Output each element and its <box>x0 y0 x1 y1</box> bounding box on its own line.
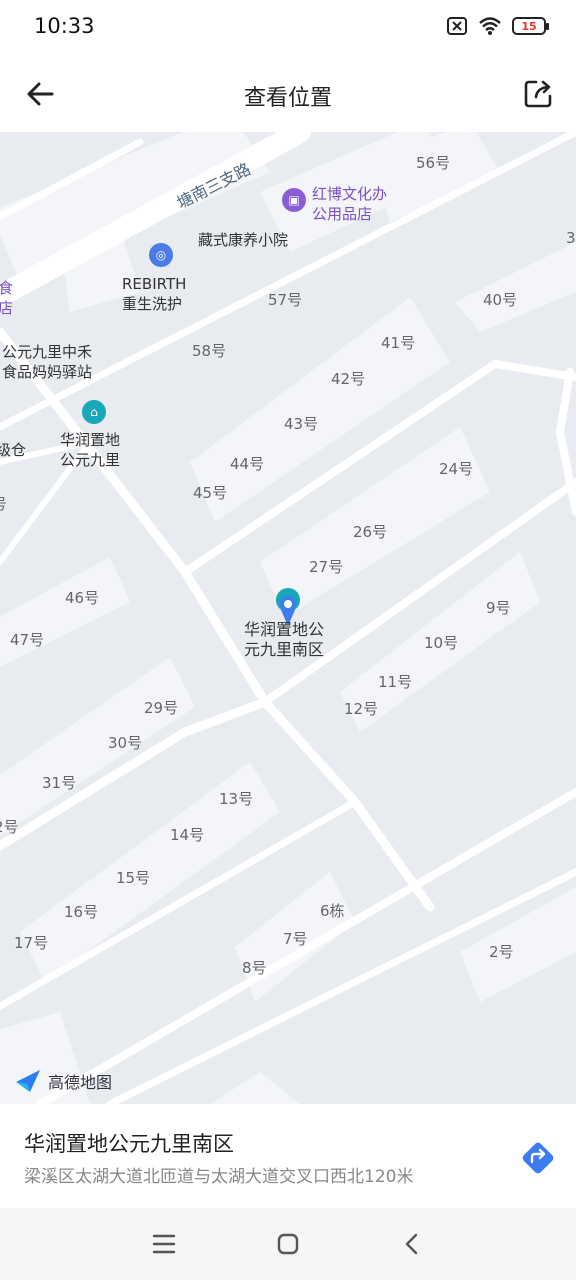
building-label: 11号 <box>378 673 413 691</box>
building-label: 27号 <box>309 558 344 576</box>
battery-level: 15 <box>521 19 537 33</box>
poi-selected-label: 华润置地公 元九里南区 <box>244 620 325 659</box>
building-label: 40号 <box>483 291 518 309</box>
system-nav-bar <box>0 1208 576 1280</box>
building-label: 47号 <box>10 631 45 649</box>
building-label: 12号 <box>344 700 379 718</box>
place-name: 华润置地公元九里南区 <box>24 1132 234 1156</box>
building-label: 30号 <box>108 734 143 752</box>
building-label: 15号 <box>116 869 151 887</box>
poi-hongbo[interactable]: 红博文化办 公用品店 <box>312 184 387 224</box>
building-label: 24号 <box>439 460 474 478</box>
building-label: 17号 <box>14 934 49 952</box>
building-label: 6栋 <box>320 902 345 920</box>
app-bar: 查看位置 <box>0 56 576 132</box>
laundry-icon[interactable]: ◎ <box>149 243 173 267</box>
poi-edge-shi: 食 <box>0 279 14 297</box>
poi-hongbo-label: 红博文化办 公用品店 <box>312 185 388 223</box>
building-label: 57号 <box>268 291 303 309</box>
status-bar: 10:33 15 <box>0 0 576 56</box>
shop-icon[interactable]: ▣ <box>282 188 306 212</box>
building-label: 8号 <box>242 959 267 977</box>
menu-icon[interactable] <box>144 1224 184 1264</box>
building-label: 31号 <box>42 774 77 792</box>
building-label: 56号 <box>416 154 451 172</box>
residence-icon[interactable]: ⌂ <box>82 400 106 424</box>
poi-huarun-label: 华润置地 公元九里 <box>60 431 121 469</box>
amap-logo-icon <box>16 1070 40 1092</box>
poi-huarun[interactable]: 华润置地 公元九里 <box>60 430 120 470</box>
building-label: 9号 <box>486 599 511 617</box>
status-time: 10:33 <box>34 14 95 38</box>
poi-rebirth[interactable]: REBIRTH 重生洗护 <box>122 274 186 314</box>
share-icon[interactable] <box>520 76 556 112</box>
building-label: 3 <box>566 229 576 247</box>
poi-edge-dian: 店 <box>0 299 14 317</box>
battery-icon: 15 <box>512 17 549 35</box>
map-attribution-text: 高德地图 <box>48 1073 113 1092</box>
place-address: 梁溪区太湖大道北匝道与太湖大道交叉口西北120米 <box>24 1167 414 1187</box>
building-label: 号 <box>0 493 7 514</box>
building-label: 14号 <box>170 826 205 844</box>
wifi-icon <box>479 17 501 35</box>
building-label: 10号 <box>424 634 459 652</box>
home-icon[interactable] <box>268 1224 308 1264</box>
building-label: 13号 <box>219 790 254 808</box>
building-label: 2号 <box>489 943 514 961</box>
poi-station-label: 公元九里中禾 食品妈妈驿站 <box>2 343 93 381</box>
status-icons: 15 <box>446 16 549 36</box>
building-label: 42号 <box>331 370 366 388</box>
poi-rebirth-label: REBIRTH 重生洗护 <box>122 275 187 313</box>
poi-selected[interactable]: 华润置地公 元九里南区 <box>244 620 324 660</box>
map-attribution: 高德地图 <box>14 1068 112 1094</box>
poi-zangshi[interactable]: 藏式康养小院 <box>198 230 288 250</box>
building-label: 44号 <box>230 455 265 473</box>
map-view[interactable]: 塘南三支路 ▣ 红博文化办 公用品店 藏式康养小院 ◎ REBIRTH 重生洗护… <box>0 132 576 1104</box>
building-label: 7号 <box>283 930 308 948</box>
building-label: 41号 <box>381 334 416 352</box>
building-label: 26号 <box>353 523 388 541</box>
poi-station[interactable]: 公元九里中禾 食品妈妈驿站 <box>2 342 92 382</box>
building-label: 16号 <box>64 903 99 921</box>
back-icon[interactable] <box>392 1224 432 1264</box>
place-info-panel: 华润置地公元九里南区 梁溪区太湖大道北匝道与太湖大道交叉口西北120米 <box>0 1104 576 1208</box>
sim-off-icon <box>447 17 467 35</box>
page-title: 查看位置 <box>243 86 332 111</box>
poi-edge-cang: 级仓 <box>0 441 27 459</box>
navigate-icon[interactable] <box>520 1140 556 1176</box>
building-label: 45号 <box>193 484 228 502</box>
building-label: 29号 <box>144 699 179 717</box>
building-label: 46号 <box>65 589 100 607</box>
building-label: 58号 <box>192 342 227 360</box>
building-label: 43号 <box>284 415 319 433</box>
building-label: 2号 <box>0 818 19 836</box>
